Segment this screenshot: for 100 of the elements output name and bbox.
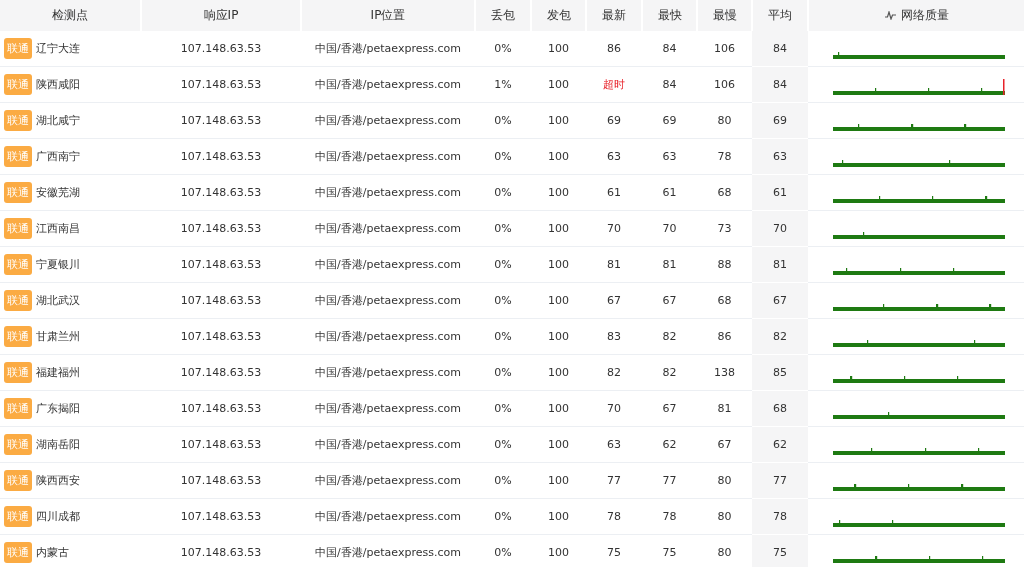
table-cell: 63	[752, 138, 808, 175]
location-text: 广西南宁	[36, 150, 80, 163]
table-cell: 68	[752, 390, 808, 427]
table-cell: 0%	[475, 462, 531, 499]
table-cell: 0%	[475, 102, 531, 139]
table-cell: 69	[586, 102, 642, 139]
location-text: 湖北咸宁	[36, 114, 80, 127]
location-text: 安徽芜湖	[36, 186, 80, 199]
column-header: 响应IP	[141, 0, 301, 31]
table-cell: 69	[642, 102, 697, 139]
table-cell: 63	[642, 138, 697, 175]
table-cell: 62	[642, 426, 697, 463]
table-cell: 61	[752, 174, 808, 211]
table-cell: 86	[586, 31, 642, 67]
table-cell: 75	[586, 534, 642, 567]
table-cell: 84	[752, 31, 808, 67]
table-cell: 107.148.63.53	[141, 462, 301, 499]
location-text: 宁夏银川	[36, 258, 80, 271]
column-header: 最新	[586, 0, 642, 31]
table-cell: 61	[642, 174, 697, 211]
location-text: 福建福州	[36, 366, 80, 379]
table-cell: 84	[642, 31, 697, 67]
table-cell: 82	[752, 318, 808, 355]
location-text: 湖南岳阳	[36, 438, 80, 451]
table-cell: 107.148.63.53	[141, 426, 301, 463]
isp-badge: 联通	[4, 362, 32, 383]
table-cell: 0%	[475, 31, 531, 67]
table-cell: 中国/香港/petaexpress.com	[301, 174, 475, 211]
table-cell: 70	[586, 210, 642, 247]
table-cell: 中国/香港/petaexpress.com	[301, 246, 475, 283]
location-text: 甘肃兰州	[36, 330, 80, 343]
table-cell: 100	[531, 246, 586, 283]
table-cell: 78	[642, 498, 697, 535]
isp-badge: 联通	[4, 542, 32, 563]
isp-badge: 联通	[4, 38, 32, 59]
table-cell: 67	[642, 390, 697, 427]
table-cell: 超时	[586, 66, 642, 103]
table-cell: 中国/香港/petaexpress.com	[301, 462, 475, 499]
table-cell: 100	[531, 66, 586, 103]
isp-badge: 联通	[4, 326, 32, 347]
table-cell: 中国/香港/petaexpress.com	[301, 318, 475, 355]
location-text: 内蒙古	[36, 546, 69, 559]
isp-badge: 联通	[4, 506, 32, 527]
table-cell: 84	[752, 66, 808, 103]
isp-badge: 联通	[4, 146, 32, 167]
isp-badge: 联通	[4, 254, 32, 275]
table-cell: 100	[531, 174, 586, 211]
column-header: 丢包	[475, 0, 531, 31]
table-cell: 中国/香港/petaexpress.com	[301, 31, 475, 67]
table-cell: 67	[752, 282, 808, 319]
table-cell: 0%	[475, 390, 531, 427]
location-text: 辽宁大连	[36, 42, 80, 55]
isp-badge: 联通	[4, 434, 32, 455]
table-cell: 0%	[475, 138, 531, 175]
table-cell: 107.148.63.53	[141, 174, 301, 211]
isp-badge: 联通	[4, 398, 32, 419]
table-cell: 77	[752, 462, 808, 499]
table-cell: 107.148.63.53	[141, 354, 301, 391]
location-text: 四川成都	[36, 510, 80, 523]
table-cell: 70	[752, 210, 808, 247]
column-header: 发包	[531, 0, 586, 31]
table-cell: 81	[586, 246, 642, 283]
table-cell: 0%	[475, 426, 531, 463]
isp-badge: 联通	[4, 74, 32, 95]
table-cell: 70	[586, 390, 642, 427]
wave-icon	[884, 11, 896, 20]
table-cell: 107.148.63.53	[141, 498, 301, 535]
table-cell: 107.148.63.53	[141, 246, 301, 283]
isp-badge: 联通	[4, 182, 32, 203]
isp-badge: 联通	[4, 290, 32, 311]
table-cell: 78	[586, 498, 642, 535]
table-cell: 100	[531, 102, 586, 139]
table-cell: 77	[586, 462, 642, 499]
table-cell: 107.148.63.53	[141, 31, 301, 67]
column-header: 最快	[642, 0, 697, 31]
table-cell: 69	[752, 102, 808, 139]
table-cell: 82	[642, 318, 697, 355]
table-cell: 中国/香港/petaexpress.com	[301, 102, 475, 139]
table-cell: 62	[752, 426, 808, 463]
table-cell: 0%	[475, 174, 531, 211]
table-cell: 82	[642, 354, 697, 391]
table-cell: 中国/香港/petaexpress.com	[301, 426, 475, 463]
table-cell: 67	[586, 282, 642, 319]
table-cell: 75	[752, 534, 808, 567]
table-cell: 100	[531, 31, 586, 67]
table-cell: 100	[531, 282, 586, 319]
table-cell: 107.148.63.53	[141, 282, 301, 319]
table-cell: 75	[642, 534, 697, 567]
table-cell: 61	[586, 174, 642, 211]
table-cell: 中国/香港/petaexpress.com	[301, 534, 475, 567]
column-header: 最慢	[697, 0, 752, 31]
column-header: 平均	[752, 0, 808, 31]
table-cell: 63	[586, 138, 642, 175]
table-cell: 82	[586, 354, 642, 391]
table-cell: 107.148.63.53	[141, 66, 301, 103]
table-cell: 107.148.63.53	[141, 138, 301, 175]
table-cell: 63	[586, 426, 642, 463]
table-cell: 中国/香港/petaexpress.com	[301, 498, 475, 535]
table-cell: 84	[642, 66, 697, 103]
table-cell: 中国/香港/petaexpress.com	[301, 354, 475, 391]
